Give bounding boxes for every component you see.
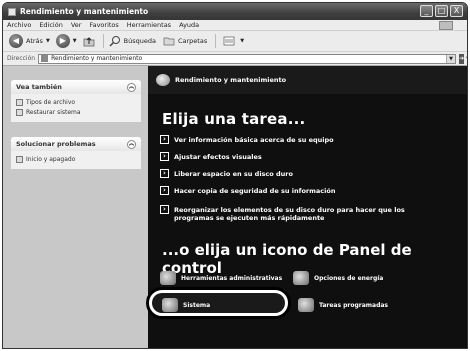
views-dropdown-icon[interactable]: ▼: [240, 38, 244, 44]
power-options-icon: [293, 271, 309, 285]
category-header: Rendimiento y mantenimiento: [148, 66, 467, 94]
troubleshoot-panel: Solucionar problemas ︽ Inicio y apagado: [11, 137, 141, 169]
menu-herramientas[interactable]: Herramientas: [127, 21, 171, 29]
task-label: Liberar espacio en su disco duro: [174, 170, 293, 178]
address-input[interactable]: Rendimiento y mantenimiento ▼: [38, 53, 457, 64]
menu-ayuda[interactable]: Ayuda: [179, 21, 199, 29]
minimize-button[interactable]: _: [420, 5, 433, 17]
troubleshoot-body: Inicio y apagado: [11, 151, 141, 169]
forward-arrow-icon[interactable]: ▶: [55, 34, 70, 48]
menu-archivo[interactable]: Archivo: [7, 21, 31, 29]
help-icon: [16, 155, 23, 163]
cp-icon-power-options[interactable]: Opciones de energía: [293, 271, 383, 285]
folders-button-label[interactable]: Carpetas: [178, 37, 207, 45]
see-also-item-system-restore[interactable]: Restaurar sistema: [16, 107, 136, 117]
cp-icon-label: Sistema: [183, 301, 211, 309]
system-icon: [162, 298, 178, 312]
see-also-item-file-types[interactable]: Tipos de archivo: [16, 97, 136, 107]
arrow-right-icon: ›: [160, 205, 169, 214]
window-title: Rendimiento y mantenimiento: [20, 7, 149, 16]
task-pane: Vea también ︽ Tipos de archivo Restaurar…: [3, 66, 148, 348]
address-label: Dirección: [7, 55, 36, 62]
menu-edicion[interactable]: Edición: [39, 21, 63, 29]
collapse-icon[interactable]: ︽: [127, 82, 136, 92]
cp-icon-label: Herramientas administrativas: [181, 274, 283, 282]
address-value: Rendimiento y mantenimiento: [51, 55, 143, 62]
collapse-icon[interactable]: ︽: [127, 139, 136, 149]
task-label: Ajustar efectos visuales: [174, 153, 262, 161]
cp-icon-label: Opciones de energía: [314, 274, 384, 282]
category-title: Rendimiento y mantenimiento: [175, 76, 287, 84]
search-icon[interactable]: [109, 35, 121, 47]
windows-logo-icon: [439, 21, 453, 30]
explorer-window: Rendimiento y mantenimiento _ □ X Archiv…: [2, 2, 468, 349]
troubleshoot-item-startup[interactable]: Inicio y apagado: [16, 154, 136, 164]
menu-bar: Archivo Edición Ver Favoritos Herramient…: [3, 20, 467, 31]
arrow-right-icon: ›: [160, 152, 169, 161]
search-button-label[interactable]: Búsqueda: [124, 37, 156, 45]
file-types-icon: [16, 98, 23, 106]
back-dropdown-icon[interactable]: ▼: [46, 38, 50, 44]
go-dropdown-icon[interactable]: ▼: [466, 56, 467, 62]
menu-ver[interactable]: Ver: [71, 21, 82, 29]
task-item[interactable]: › Reorganizar los elementos de su disco …: [160, 205, 440, 222]
back-button-label[interactable]: Atrás: [26, 37, 43, 45]
task-item[interactable]: › Ver información básica acerca de su eq…: [160, 135, 440, 144]
go-arrow-icon[interactable]: ➔: [459, 53, 465, 64]
category-content: Rendimiento y mantenimiento Elija una ta…: [146, 66, 467, 348]
maximize-button[interactable]: □: [435, 5, 448, 17]
close-button[interactable]: X: [450, 5, 463, 17]
troubleshoot-title: Solucionar problemas: [16, 140, 96, 148]
scheduled-tasks-icon: [298, 298, 314, 312]
toolbar: ◀ Atrás ▼ ▶ ▼ Búsqueda Carpetas ▼: [3, 31, 467, 52]
troubleshoot-header[interactable]: Solucionar problemas ︽: [11, 137, 141, 151]
arrow-right-icon: ›: [160, 186, 169, 195]
task-label: Reorganizar los elementos de su disco du…: [174, 206, 405, 222]
folder-icon: [8, 7, 16, 16]
see-also-panel: Vea también ︽ Tipos de archivo Restaurar…: [11, 80, 141, 122]
see-also-body: Tipos de archivo Restaurar sistema: [11, 94, 141, 122]
pick-task-heading: Elija una tarea...: [162, 110, 306, 128]
forward-dropdown-icon[interactable]: ▼: [73, 38, 77, 44]
folder-icon: [41, 55, 49, 62]
task-label: Ver información básica acerca de su equi…: [174, 136, 334, 144]
see-also-item-label: Tipos de archivo: [26, 98, 76, 106]
system-restore-icon: [16, 108, 23, 116]
views-icon[interactable]: [221, 35, 237, 47]
admin-tools-icon: [160, 271, 176, 285]
menu-favoritos[interactable]: Favoritos: [89, 21, 118, 29]
up-folder-icon[interactable]: [83, 35, 95, 47]
task-item[interactable]: › Hacer copia de seguridad de su informa…: [160, 186, 440, 195]
see-also-title: Vea también: [16, 83, 62, 91]
title-bar[interactable]: Rendimiento y mantenimiento _ □ X: [3, 3, 467, 20]
toolbar-separator: [215, 34, 217, 48]
cp-icon-admin-tools[interactable]: Herramientas administrativas: [160, 271, 282, 285]
task-label: Hacer copia de seguridad de su informaci…: [174, 187, 336, 195]
arrow-right-icon: ›: [160, 135, 169, 144]
folders-icon[interactable]: [163, 35, 175, 47]
task-item[interactable]: › Ajustar efectos visuales: [160, 152, 440, 161]
see-also-item-label: Restaurar sistema: [26, 108, 81, 116]
cp-icon-system[interactable]: Sistema: [162, 298, 210, 312]
address-bar: Dirección Rendimiento y mantenimiento ▼ …: [3, 52, 467, 66]
address-dropdown-icon[interactable]: ▼: [446, 54, 456, 63]
cp-icon-label: Tareas programadas: [319, 301, 388, 309]
see-also-header[interactable]: Vea también ︽: [11, 80, 141, 94]
back-arrow-icon[interactable]: ◀: [9, 34, 23, 48]
troubleshoot-item-label: Inicio y apagado: [26, 155, 76, 163]
task-item[interactable]: › Liberar espacio en su disco duro: [160, 169, 440, 178]
performance-icon: [156, 74, 170, 86]
cp-icon-scheduled-tasks[interactable]: Tareas programadas: [298, 298, 388, 312]
window-controls: _ □ X: [420, 5, 463, 17]
toolbar-separator: [102, 34, 104, 48]
arrow-right-icon: ›: [160, 169, 169, 178]
